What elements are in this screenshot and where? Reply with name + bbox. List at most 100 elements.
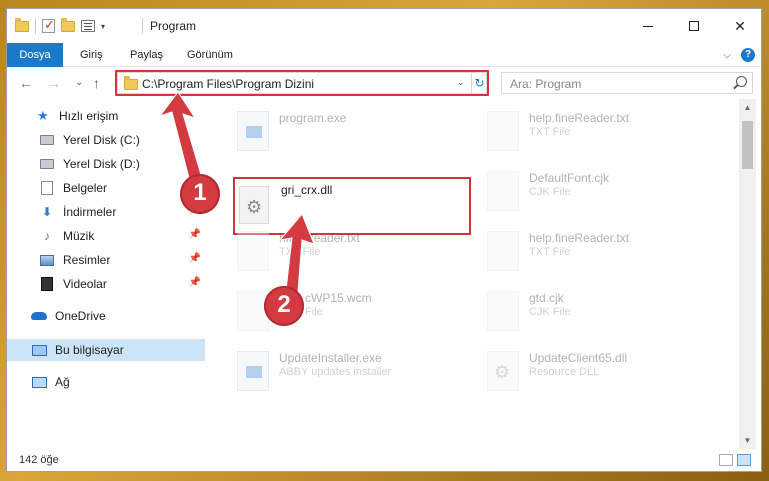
file-item-finereader-txt[interactable]: hfineReader.txt TXT File [213,223,443,279]
sidebar-item-this-pc[interactable]: Bu bilgisayar [7,339,205,361]
close-button[interactable]: ✕ [717,9,761,43]
back-button[interactable]: ← [19,75,33,91]
pin-icon[interactable]: 📌 [189,277,201,288]
file-item-program-exe[interactable]: program.exe [213,103,443,159]
pictures-icon [39,253,55,267]
tab-view[interactable]: Görünüm [177,43,243,67]
forward-button[interactable]: → [47,75,61,91]
file-item-defaultfont-cjk[interactable]: DefaultFont.cjk CJK File [463,163,693,219]
tab-share[interactable]: Paylaş [120,43,173,67]
close-icon: ✕ [734,17,746,34]
address-highlight-box [115,70,489,96]
sidebar-item-label: Yerel Disk (C:) [63,133,140,147]
file-name: program.exe [279,111,347,125]
file-item-help-txt[interactable]: help.fineReader.txt TXT File [463,103,693,159]
callout-step-2: 2 [264,286,304,326]
sidebar-item-label: Hızlı erişim [59,109,119,123]
generic-file-icon [487,171,519,211]
file-name: UpdateClient65.dll [529,351,628,365]
maximize-button[interactable] [671,9,717,43]
item-count: 142 öğe [19,454,59,466]
file-type: TXT File [529,246,571,258]
sidebar-item-label: Bu bilgisayar [55,343,124,357]
music-icon: ♪ [44,229,50,243]
sidebar-item-downloads[interactable]: ⬇ İndirmeler 📌 [7,201,205,223]
dll-file-icon [487,351,519,391]
search-box[interactable]: Ara: Program [501,72,753,94]
details-view-icon[interactable] [719,454,733,466]
large-icons-view-icon[interactable] [737,454,751,466]
sidebar-item-label: OneDrive [55,309,106,323]
file-name: DefaultFont.cjk [529,171,610,185]
quick-access-toolbar: ▾ [15,17,105,34]
text-file-icon [487,111,519,151]
text-file-icon [237,231,269,271]
minimize-button[interactable] [625,9,671,43]
file-type: TXT File [279,246,321,258]
sidebar-item-network[interactable]: Ağ [7,371,205,393]
sidebar-item-pictures[interactable]: Resimler 📌 [7,249,205,271]
file-name: UpdateInstaller.exe [279,351,382,365]
dll-file-icon [239,186,269,224]
ribbon-tabs: Dosya Giriş Paylaş Görünüm ⌵ ? [7,43,761,67]
sidebar-item-music[interactable]: ♪ Müzik 📌 [7,225,205,247]
file-name: hfineReader.txt [279,231,360,245]
network-icon [31,375,47,389]
view-switcher [719,454,751,466]
explorer-window: ▾ Program ✕ Dosya Giriş Paylaş Görünüm ⌵… [6,8,762,472]
installer-icon [237,351,269,391]
sidebar-item-local-disk-d[interactable]: Yerel Disk (D:) [7,153,205,175]
pin-icon[interactable]: 📌 [189,253,201,264]
file-type: ABBY updates installer [279,366,392,378]
sidebar-item-quick-access[interactable]: ★ Hızlı erişim [7,105,205,127]
customize-icon[interactable] [81,20,95,32]
file-type: Resource DLL [529,366,600,378]
file-item-gtd-cjk[interactable]: gtd.cjk CJK File [463,283,693,339]
generic-file-icon [487,291,519,331]
recent-locations-icon[interactable]: ⌄ [75,77,83,88]
window-controls: ✕ [625,9,761,43]
file-name: help.fineReader.txt [529,111,630,125]
file-item-updateinstaller-exe[interactable]: UpdateInstaller.exe ABBY updates install… [213,343,443,399]
sidebar-item-label: İndirmeler [63,205,117,219]
file-type: TXT File [529,126,571,138]
computer-icon [31,343,47,357]
up-button[interactable]: ↑ [93,75,100,91]
properties-check-icon[interactable] [42,17,55,33]
help-icon[interactable]: ? [741,48,755,62]
title-bar: ▾ Program ✕ [7,9,761,43]
pin-icon[interactable]: 📌 [189,229,201,240]
file-item-wcm[interactable]: cWP15.wcm File [213,283,443,339]
vertical-scrollbar[interactable]: ▲ ▼ [739,99,756,449]
sidebar-item-label: Resimler [63,253,111,267]
file-type: CJK File [529,306,571,318]
sidebar-item-label: Belgeler [63,181,108,195]
cloud-icon [31,309,47,323]
file-item-updateclient-dll[interactable]: UpdateClient65.dll Resource DLL [463,343,693,399]
sidebar-item-onedrive[interactable]: OneDrive [7,305,205,327]
scroll-thumb[interactable] [742,121,753,169]
sidebar-item-label: Ağ [55,375,70,389]
title-divider [142,18,143,34]
new-folder-icon[interactable] [61,17,75,32]
file-item-help-txt-2[interactable]: help.fineReader.txt TXT File [463,223,693,279]
minimize-icon [643,25,653,27]
sidebar-item-label: Müzik [63,229,95,243]
scroll-up-icon[interactable]: ▲ [739,99,756,116]
scroll-down-icon[interactable]: ▼ [739,432,756,449]
search-placeholder[interactable]: Ara: Program [510,77,581,91]
folder-icon [15,17,29,32]
tab-home[interactable]: Giriş [70,43,113,67]
file-type: CJK File [529,186,571,198]
sidebar-item-local-disk-c[interactable]: Yerel Disk (C:) [7,129,205,151]
file-name: gri_crx.dll [281,183,333,197]
search-icon [736,76,747,87]
download-icon: ⬇ [41,205,53,219]
document-icon [39,181,55,195]
quick-access-dropdown-icon[interactable]: ▾ [101,22,105,31]
executable-icon [237,111,269,151]
expand-ribbon-icon[interactable]: ⌵ [723,50,731,61]
sidebar-item-videos[interactable]: Videolar 📌 [7,273,205,295]
tab-file[interactable]: Dosya [7,43,63,67]
sidebar-item-documents[interactable]: Belgeler [7,177,205,199]
